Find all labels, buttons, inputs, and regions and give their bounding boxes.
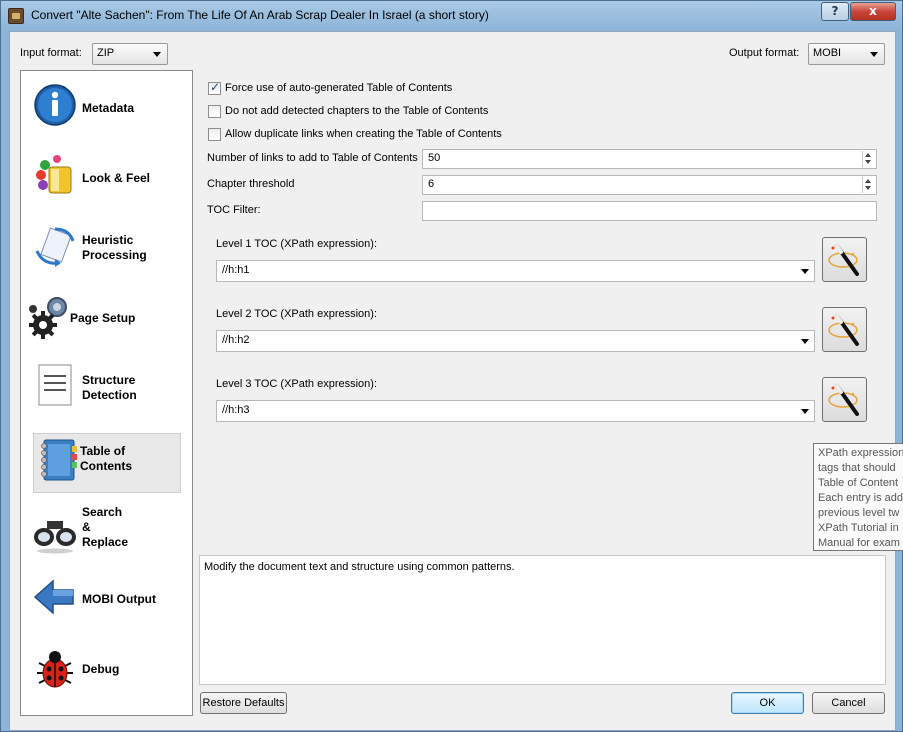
no-chapters-checkbox[interactable]: [208, 105, 221, 118]
level2-toc-value: //h:h2: [222, 334, 250, 346]
level3-toc-combo[interactable]: //h:h3: [216, 400, 815, 422]
duplicate-links-label: Allow duplicate links when creating the …: [225, 128, 502, 140]
level2-toc-label: Level 2 TOC (XPath expression):: [216, 308, 378, 320]
sidebar-item-table-of-contents[interactable]: Table of Contents: [33, 433, 181, 493]
heuristics-icon: [35, 227, 75, 267]
sidebar-item-debug[interactable]: Debug: [25, 639, 187, 699]
spin-arrows-icon[interactable]: [862, 151, 875, 167]
title-bar[interactable]: Convert "Alte Sachen": From The Life Of …: [1, 1, 903, 31]
level3-wizard-button[interactable]: [822, 377, 867, 422]
document-lines-icon: [38, 364, 72, 406]
notebook-icon: [41, 439, 77, 481]
chevron-down-icon: [801, 339, 809, 344]
sidebar-item-label: Look & Feel: [82, 171, 151, 185]
sidebar-item-metadata[interactable]: Metadata: [25, 77, 187, 137]
dialog-body: Input format: ZIP Output format: MOBI Me…: [9, 31, 896, 731]
chevron-down-icon: [801, 269, 809, 274]
output-format-value: MOBI: [813, 47, 842, 59]
chevron-down-icon: [801, 409, 809, 414]
duplicate-links-checkbox[interactable]: [208, 128, 221, 141]
level2-wizard-button[interactable]: [822, 307, 867, 352]
tooltip-line: Each entry is add: [818, 492, 903, 504]
tooltip-line: XPath Tutorial in: [818, 522, 899, 534]
toc-filter-input[interactable]: [422, 201, 877, 221]
gears-icon: [29, 297, 67, 339]
level1-toc-value: //h:h1: [222, 264, 250, 276]
arrow-left-icon: [33, 579, 74, 615]
num-links-value: 50: [428, 152, 441, 164]
sidebar-item-label: Debug: [82, 662, 120, 676]
chapter-threshold-spinbox[interactable]: 6: [422, 175, 877, 195]
tooltip-line: XPath expression: [818, 447, 903, 459]
sidebar-item-structure-detection[interactable]: Structure Detection: [25, 357, 187, 417]
chevron-down-icon: [153, 52, 161, 57]
ladybug-icon: [37, 651, 73, 688]
spin-arrows-icon[interactable]: [862, 177, 875, 193]
sidebar-item-label: Metadata: [82, 101, 135, 115]
force-auto-toc-checkbox[interactable]: [208, 80, 221, 95]
sidebar-item-label: Search & Replace: [82, 505, 129, 549]
tooltip-line: previous level tw: [818, 507, 900, 519]
output-format-label: Output format:: [729, 47, 800, 59]
sidebar-item-label: Heuristic Processing: [82, 233, 147, 262]
sidebar-item-label: Page Setup: [70, 311, 136, 325]
magic-wand-icon: [828, 384, 859, 416]
level2-toc-combo[interactable]: //h:h2: [216, 330, 815, 352]
sidebar-item-mobi-output[interactable]: MOBI Output: [25, 569, 187, 629]
chevron-down-icon: [870, 52, 878, 57]
binoculars-icon: [34, 521, 76, 554]
level3-toc-label: Level 3 TOC (XPath expression):: [216, 378, 378, 390]
tooltip-line: Manual for exam: [818, 537, 900, 549]
magic-wand-icon: [828, 314, 859, 346]
chapter-threshold-label: Chapter threshold: [207, 178, 295, 190]
restore-defaults-button[interactable]: Restore Defaults: [200, 692, 287, 714]
toc-filter-label: TOC Filter:: [207, 204, 261, 216]
sidebar-item-search-replace[interactable]: Search & Replace: [25, 501, 187, 561]
level1-wizard-button[interactable]: [822, 237, 867, 282]
num-links-spinbox[interactable]: 50: [422, 149, 877, 169]
xpath-tooltip: XPath expression tags that should Table …: [813, 443, 903, 551]
tooltip-line: Table of Content: [818, 477, 899, 489]
cancel-button[interactable]: Cancel: [812, 692, 885, 714]
sidebar-item-label: Structure Detection: [82, 373, 137, 402]
magic-wand-icon: [828, 244, 859, 276]
convert-dialog: Convert "Alte Sachen": From The Life Of …: [0, 0, 903, 732]
help-button[interactable]: ?: [821, 2, 849, 21]
level3-toc-value: //h:h3: [222, 404, 250, 416]
output-format-select[interactable]: MOBI: [808, 43, 885, 65]
input-format-label: Input format:: [20, 47, 82, 59]
close-button[interactable]: x: [850, 2, 896, 21]
ok-button[interactable]: OK: [731, 692, 804, 714]
calibre-app-icon: [8, 8, 24, 24]
sidebar-item-heuristic-processing[interactable]: Heuristic Processing: [25, 217, 187, 277]
sidebar-item-label: Table of Contents: [80, 444, 132, 473]
info-icon: [34, 84, 76, 126]
sidebar-item-look-and-feel[interactable]: Look & Feel: [25, 147, 187, 207]
window-title: Convert "Alte Sachen": From The Life Of …: [31, 8, 489, 22]
sidebar-item-label: MOBI Output: [82, 592, 156, 606]
paint-bucket-icon: [36, 155, 72, 194]
level1-toc-label: Level 1 TOC (XPath expression):: [216, 238, 378, 250]
no-chapters-label: Do not add detected chapters to the Tabl…: [225, 105, 489, 117]
input-format-value: ZIP: [97, 47, 115, 59]
num-links-label: Number of links to add to Table of Conte…: [207, 152, 418, 164]
help-text-box: Modify the document text and structure u…: [199, 555, 886, 685]
tooltip-line: tags that should: [818, 462, 896, 474]
sidebar: Metadata Look & Feel Heuristic Processin…: [20, 70, 193, 716]
force-auto-toc-label: Force use of auto-generated Table of Con…: [225, 82, 453, 94]
chapter-threshold-value: 6: [428, 178, 435, 190]
input-format-select[interactable]: ZIP: [92, 43, 168, 65]
level1-toc-combo[interactable]: //h:h1: [216, 260, 815, 282]
sidebar-item-page-setup[interactable]: Page Setup: [25, 287, 187, 347]
